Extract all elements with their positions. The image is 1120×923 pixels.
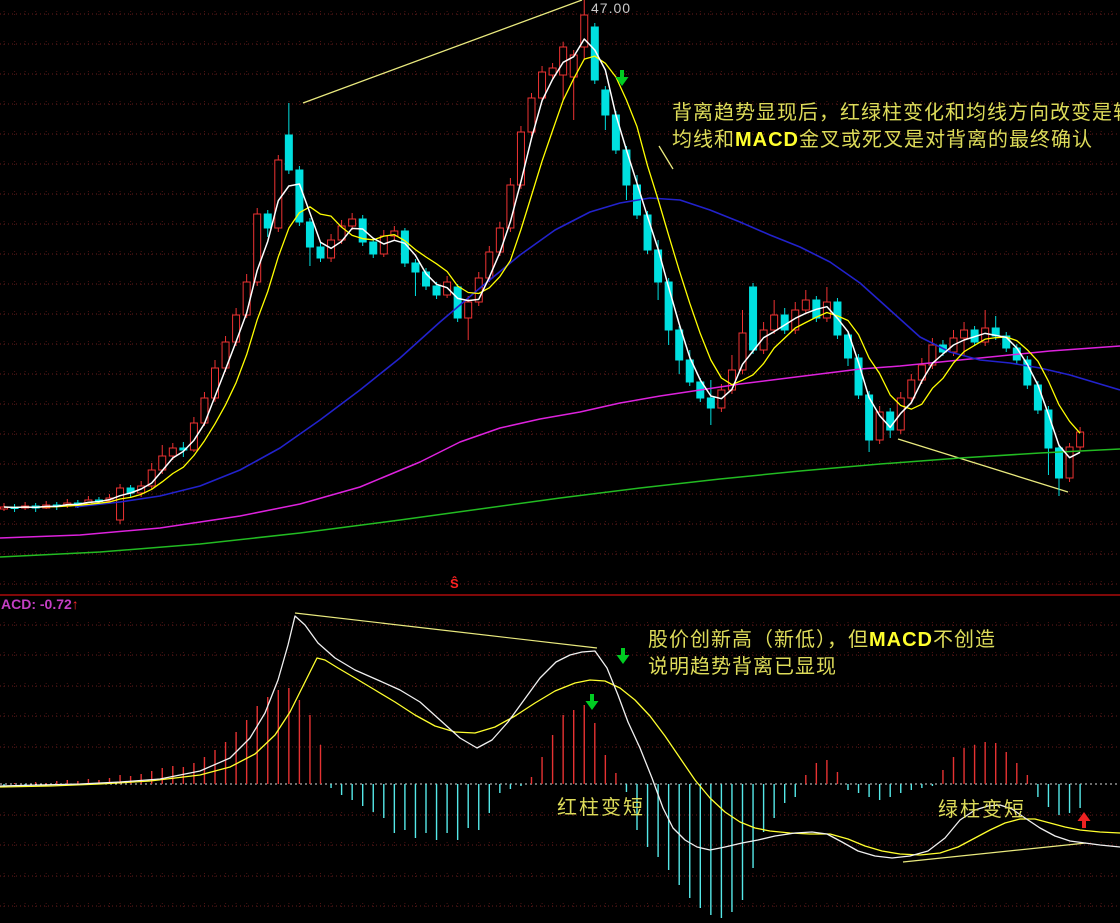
stock-chart-canvas[interactable] (0, 0, 1120, 923)
chart-root: 47.00 背离趋势显现后，红绿柱变化和均线方向改变是转折点 均线和MACD金叉… (0, 0, 1120, 923)
